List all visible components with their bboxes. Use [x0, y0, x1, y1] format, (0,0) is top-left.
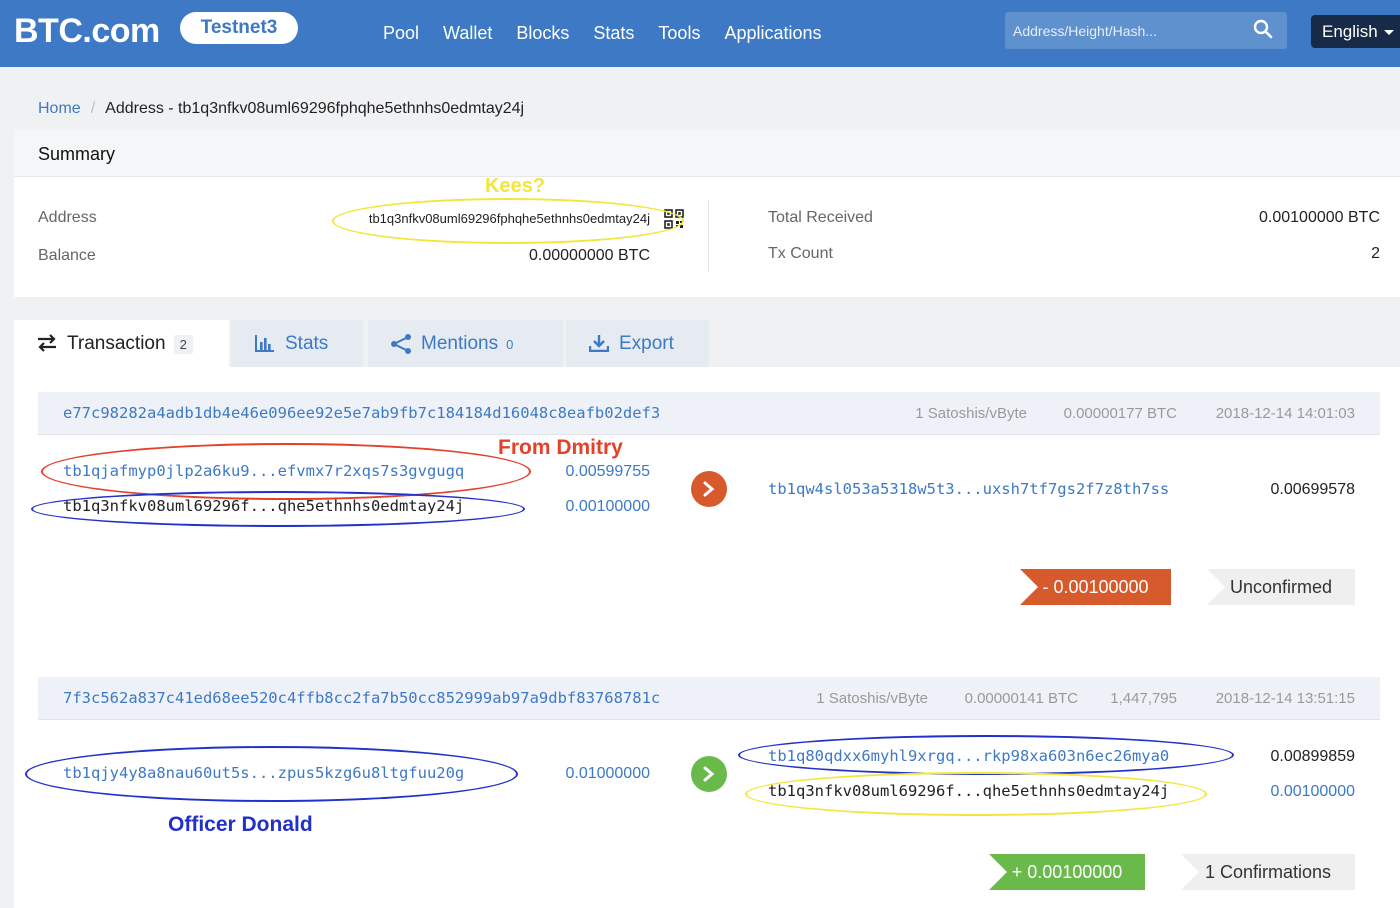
summary-header: Summary: [14, 130, 1400, 177]
download-icon: [589, 335, 609, 352]
tx-fee: 0.00000177 BTC: [1063, 405, 1177, 422]
tx-input-amount: 0.00100000: [565, 498, 650, 515]
nav-stats[interactable]: Stats: [593, 23, 634, 44]
breadcrumb-separator: /: [90, 100, 96, 117]
bar-chart-icon: [255, 335, 274, 352]
tx-status: Unconfirmed: [1229, 577, 1333, 597]
balance-label: Balance: [38, 247, 96, 264]
tab-stats-label: Stats: [285, 333, 329, 354]
badge-notch: [1181, 854, 1199, 890]
tx-status-badge: 1 Confirmations: [1181, 854, 1355, 890]
share-icon: [391, 334, 411, 354]
tx-balance-change-badge: + 0.00100000: [989, 854, 1145, 890]
tx-balance-change-badge: - 0.00100000: [1020, 569, 1171, 605]
address-label: Address: [38, 209, 97, 226]
tx-direction-arrow: [691, 471, 727, 507]
address-value[interactable]: tb1q3nfkv08uml69296fphqhe5ethnhs0edmtay2…: [344, 211, 650, 226]
chevron-right-icon: [703, 481, 715, 497]
tx-status-badge: Unconfirmed: [1207, 569, 1355, 605]
tx-output-amount: 0.00100000: [1270, 783, 1355, 800]
annotation-from-dmitry: From Dmitry: [498, 436, 623, 459]
nav-tools[interactable]: Tools: [658, 23, 700, 44]
tx-count-label: Tx Count: [768, 245, 833, 262]
qr-code-icon[interactable]: [664, 209, 684, 229]
tab-transaction[interactable]: Transaction 2: [14, 320, 229, 367]
tx-hash-link[interactable]: e77c98282a4adb1db4e46e096ee92e5e7ab9fb7c…: [63, 404, 660, 422]
tx-header: e77c98282a4adb1db4e46e096ee92e5e7ab9fb7c…: [38, 392, 1380, 435]
tab-transaction-count: 2: [173, 335, 193, 354]
tab-export-label: Export: [619, 333, 674, 354]
breadcrumb-home[interactable]: Home: [38, 100, 81, 117]
tx-count-value: 2: [1371, 245, 1380, 262]
main-nav: Pool Wallet Blocks Stats Tools Applicati…: [383, 0, 846, 67]
tab-transaction-label: Transaction: [67, 333, 166, 354]
brand-logo[interactable]: BTC.com: [14, 12, 160, 51]
nav-blocks[interactable]: Blocks: [516, 23, 569, 44]
tx-direction-arrow: [691, 756, 727, 792]
tab-mentions-count: 0: [506, 337, 514, 352]
annotation-kees: Kees?: [485, 175, 546, 197]
tx-time: 2018-12-14 14:01:03: [1215, 405, 1355, 422]
tab-mentions[interactable]: Mentions 0: [368, 320, 563, 367]
tx-output-address[interactable]: tb1q80qdxx6myhl9xrgq...rkp98xa603n6ec26m…: [768, 747, 1169, 765]
tx-block-height[interactable]: 1,447,795: [1088, 690, 1177, 707]
breadcrumb-current: Address - tb1q3nfkv08uml69296fphqhe5ethn…: [105, 100, 525, 117]
tx-output-amount: 0.00699578: [1270, 481, 1355, 498]
tab-mentions-label: Mentions: [421, 333, 499, 354]
nav-wallet[interactable]: Wallet: [443, 23, 492, 44]
annotation-officer-donald: Officer Donald: [168, 813, 313, 836]
tx-input-amount: 0.00599755: [565, 463, 650, 480]
nav-pool[interactable]: Pool: [383, 23, 419, 44]
chevron-down-icon: [1383, 30, 1394, 36]
tx-input-address[interactable]: tb1qjy4y8a8nau60ut5s...zpus5kzg6u8ltgfuu…: [63, 764, 464, 782]
tx-input-address[interactable]: tb1q3nfkv08uml69296f...qhe5ethnhs0edmtay…: [63, 497, 464, 515]
tx-output-amount: 0.00899859: [1270, 748, 1355, 765]
tx-balance-change: - 0.00100000: [1042, 577, 1149, 597]
summary-title: Summary: [38, 144, 116, 164]
tx-output-address[interactable]: tb1qw4sl053a5318w5t3...uxsh7tf7gs2f7z8th…: [768, 480, 1169, 498]
chevron-right-icon: [703, 766, 715, 782]
search-icon[interactable]: [1253, 19, 1275, 41]
tx-status: 1 Confirmations: [1204, 862, 1332, 882]
nav-applications[interactable]: Applications: [724, 23, 821, 44]
tx-fee-rate: 1 Satoshis/vByte: [816, 690, 928, 707]
summary-divider: [708, 200, 709, 272]
tab-export[interactable]: Export: [566, 320, 709, 367]
breadcrumb: Home / Address - tb1q3nfkv08uml69296fphqhe…: [38, 100, 524, 118]
tx-output-address[interactable]: tb1q3nfkv08uml69296f...qhe5ethnhs0edmtay…: [768, 782, 1169, 800]
language-label: English: [1322, 22, 1378, 41]
tx-header: 7f3c562a837c41ed68ee520c4ffb8cc2fa7b50cc…: [38, 677, 1380, 720]
total-received-label: Total Received: [768, 209, 873, 226]
tx-balance-change: + 0.00100000: [1011, 862, 1123, 882]
top-navbar: BTC.com Testnet3 Pool Wallet Blocks Stat…: [0, 0, 1400, 67]
tx-time: 2018-12-14 13:51:15: [1215, 690, 1355, 707]
tab-stats[interactable]: Stats: [231, 320, 363, 367]
tx-hash-link[interactable]: 7f3c562a837c41ed68ee520c4ffb8cc2fa7b50cc…: [63, 689, 660, 707]
tx-input-amount: 0.01000000: [565, 765, 650, 782]
search-input[interactable]: [1005, 12, 1245, 49]
summary-card: Summary Address tb1q3nfkv08uml69296fphqh…: [14, 130, 1400, 297]
network-badge[interactable]: Testnet3: [180, 12, 298, 44]
language-select[interactable]: English: [1311, 15, 1400, 48]
tx-fee-rate: 1 Satoshis/vByte: [915, 405, 1027, 422]
badge-notch: [989, 854, 1007, 890]
search-box: [1005, 12, 1287, 49]
swap-icon: [38, 334, 56, 352]
badge-notch: [1207, 569, 1225, 605]
tx-fee: 0.00000141 BTC: [964, 690, 1078, 707]
total-received-value: 0.00100000 BTC: [1259, 209, 1380, 226]
tx-input-address[interactable]: tb1qjafmyp0jlp2a6ku9...efvmx7r2xqs7s3gvg…: [63, 462, 464, 480]
badge-notch: [1020, 569, 1038, 605]
balance-value: 0.00000000 BTC: [529, 247, 650, 264]
